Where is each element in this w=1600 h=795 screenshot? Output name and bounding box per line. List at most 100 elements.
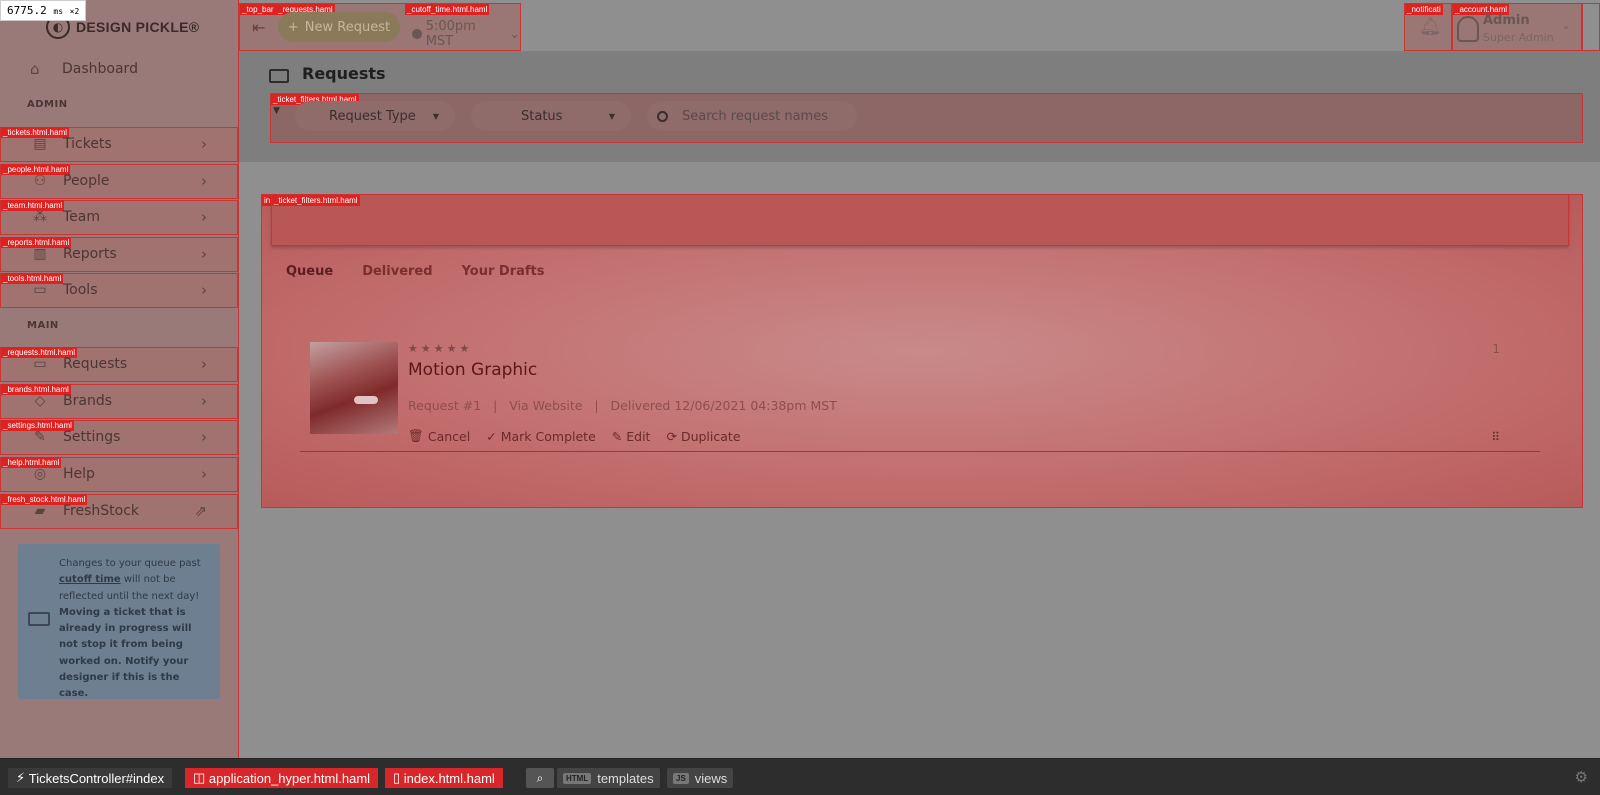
ticket-icon <box>269 69 289 83</box>
caret-down-icon: ▼ <box>608 111 615 121</box>
chevron-right-icon: › <box>201 355 207 373</box>
drag-handle-icon[interactable]: ⠿ <box>1491 430 1500 444</box>
controller-crumb[interactable]: ⚡︎ TicketsController#index <box>8 768 173 788</box>
sidebar-item-label: Dashboard <box>62 61 138 77</box>
sidebar-item-settings[interactable]: _settings.html.haml ✎ Settings › <box>0 420 238 455</box>
chevron-right-icon: › <box>201 245 207 263</box>
top-bar-edge <box>1582 3 1600 51</box>
layout-crumb[interactable]: ◫ application_hyper.html.haml <box>185 768 379 788</box>
template-tag: _notificati <box>1405 4 1443 15</box>
sidebar-item-requests[interactable]: _requests.html.haml ▭ Requests › <box>0 347 238 382</box>
sidebar-item-brands[interactable]: _brands.html.haml ◇ Brands › <box>0 384 238 419</box>
search-input[interactable]: Search request names <box>647 101 857 131</box>
team-icon: ⁂ <box>33 209 47 225</box>
chevron-right-icon: › <box>201 428 207 446</box>
account-name: Admin <box>1483 13 1530 28</box>
sidebar-item-label: Tools <box>63 282 98 298</box>
new-request-button[interactable]: + New Request <box>278 12 400 42</box>
account-menu[interactable]: _account.haml Admin Super Admin ⌄ <box>1452 3 1582 51</box>
chevron-right-icon: › <box>201 392 207 410</box>
status-select[interactable]: Status ▼ <box>471 101 631 131</box>
file-icon: ▯ <box>393 770 404 785</box>
request-tabs: Queue Delivered Your Drafts <box>286 264 545 279</box>
section-title-main: MAIN <box>27 320 59 331</box>
avatar <box>1457 16 1479 42</box>
tab-delivered[interactable]: Delivered <box>362 264 432 279</box>
ticket-icon: ▤ <box>33 136 47 152</box>
cutoff-time-dropdown[interactable]: 5:00pm MST ⌄ <box>412 19 520 49</box>
tab-your-drafts[interactable]: Your Drafts <box>462 264 545 279</box>
tools-icon: ▭ <box>33 282 47 298</box>
panel-filter-bar: _ticket_filters.html.haml <box>271 195 1569 246</box>
chevron-right-icon: › <box>201 172 207 190</box>
sidebar-item-label: People <box>63 173 110 189</box>
lifebuoy-icon: ◎ <box>33 466 47 482</box>
edit-button[interactable]: ✎ Edit <box>612 428 651 444</box>
account-role: Super Admin <box>1483 31 1554 44</box>
gear-icon[interactable]: ⚙ <box>1575 768 1588 786</box>
section-title-admin: ADMIN <box>27 99 68 110</box>
ticket-icon <box>28 612 50 626</box>
sidebar-item-tools[interactable]: _tools.html.haml ▭ Tools › <box>0 273 238 308</box>
request-title[interactable]: Motion Graphic <box>408 360 537 380</box>
requests-panel: in _ticket_filters.html.haml Queue Deliv… <box>261 194 1583 508</box>
cutoff-notice-text: Changes to your queue past cutoff time w… <box>59 558 201 700</box>
mark-complete-button[interactable]: ✓ Mark Complete <box>486 428 596 444</box>
caret-down-icon: ▼ <box>432 111 439 121</box>
ticket-filters: _ticket_filters.html.haml ▼ Request Type… <box>270 93 1583 143</box>
collapse-sidebar-icon[interactable]: ⇤ <box>252 18 265 37</box>
sidebar-item-label: Tickets <box>63 136 112 152</box>
duplicate-button[interactable]: ⟳ Duplicate <box>666 428 740 444</box>
cancel-button[interactable]: 🗑︎ Cancel <box>408 428 470 444</box>
sidebar-item-reports[interactable]: _reports.html.haml ▥ Reports › <box>0 237 238 272</box>
dev-toolbar: ⚡︎ TicketsController#index ◫ application… <box>0 758 1600 795</box>
home-icon: ⌂ <box>30 60 40 78</box>
sidebar-item-label: Brands <box>63 393 112 409</box>
queue-position: 1 <box>1492 342 1500 356</box>
sidebar-item-label: Team <box>63 209 101 225</box>
request-type-select[interactable]: Request Type ▼ <box>295 101 455 131</box>
search-icon[interactable]: ⌕ <box>526 768 554 788</box>
brand-tag-icon: ◇ <box>34 393 46 409</box>
check-icon: ✓ <box>486 428 497 444</box>
search-icon <box>657 110 668 122</box>
request-meta: Request #1 | Via Website | Delivered 12/… <box>408 398 837 413</box>
templates-button[interactable]: HTML templates <box>557 768 660 788</box>
duplicate-icon: ⟳ <box>666 428 677 444</box>
report-icon: ▥ <box>33 246 47 262</box>
sidebar-item-label: Requests <box>63 356 128 372</box>
request-actions: 🗑︎ Cancel ✓ Mark Complete ✎ Edit ⟳ Duplicate <box>408 428 741 444</box>
template-tag: _ticket_filters.html.haml <box>272 195 360 206</box>
sidebar: ◐ DESIGN PICKLE® ⌂ Dashboard ADMIN _tick… <box>0 0 239 758</box>
sidebar-item-dashboard[interactable]: ⌂ Dashboard <box>0 56 238 82</box>
pencil-icon: ✎ <box>34 429 46 445</box>
ticket-icon: ▭ <box>33 356 47 372</box>
sidebar-item-team[interactable]: _team.html.haml ⁂ Team › <box>0 200 238 235</box>
views-button[interactable]: JS views <box>667 768 734 788</box>
sidebar-item-label: Help <box>63 466 95 482</box>
sidebar-item-freshstock[interactable]: _fresh_stock.html.haml ▰ FreshStock ⇗ <box>0 494 238 529</box>
bolt-icon: ⚡︎ <box>16 770 29 785</box>
sidebar-item-label: FreshStock <box>63 503 140 519</box>
top-bar: _top_bar _requests.haml _cutoff_time.htm… <box>239 3 521 51</box>
view-crumb[interactable]: ▯ index.html.haml <box>385 768 503 788</box>
sidebar-item-label: Reports <box>63 246 117 262</box>
clock-icon <box>412 29 422 39</box>
cutoff-notice: Changes to your queue past cutoff time w… <box>18 544 220 699</box>
filter-icon[interactable]: ▼ <box>273 106 280 116</box>
sidebar-item-people[interactable]: _people.html.haml ⚇ People › <box>0 164 238 199</box>
trash-icon: 🗑︎ <box>408 428 424 443</box>
rating-stars[interactable]: ★★★★★ <box>408 342 472 355</box>
chevron-right-icon: › <box>201 208 207 226</box>
bell-icon[interactable]: 🔔︎ <box>1419 16 1442 37</box>
stock-icon: ▰ <box>34 503 46 519</box>
page-title: Requests <box>302 64 386 83</box>
sidebar-item-help[interactable]: _help.html.haml ◎ Help › <box>0 457 238 492</box>
cutoff-time-link[interactable]: cutoff time <box>59 574 121 585</box>
notifications[interactable]: _notificati 🔔︎ <box>1404 3 1452 51</box>
tab-queue[interactable]: Queue <box>286 264 333 279</box>
sidebar-item-tickets[interactable]: _tickets.html.haml ▤ Tickets › <box>0 127 238 162</box>
render-timer: 6775.2 ms ×2 <box>0 0 87 21</box>
request-card[interactable]: ★★★★★ Motion Graphic Request #1 | Via We… <box>300 342 1540 452</box>
chevron-down-icon: ⌄ <box>509 26 520 42</box>
